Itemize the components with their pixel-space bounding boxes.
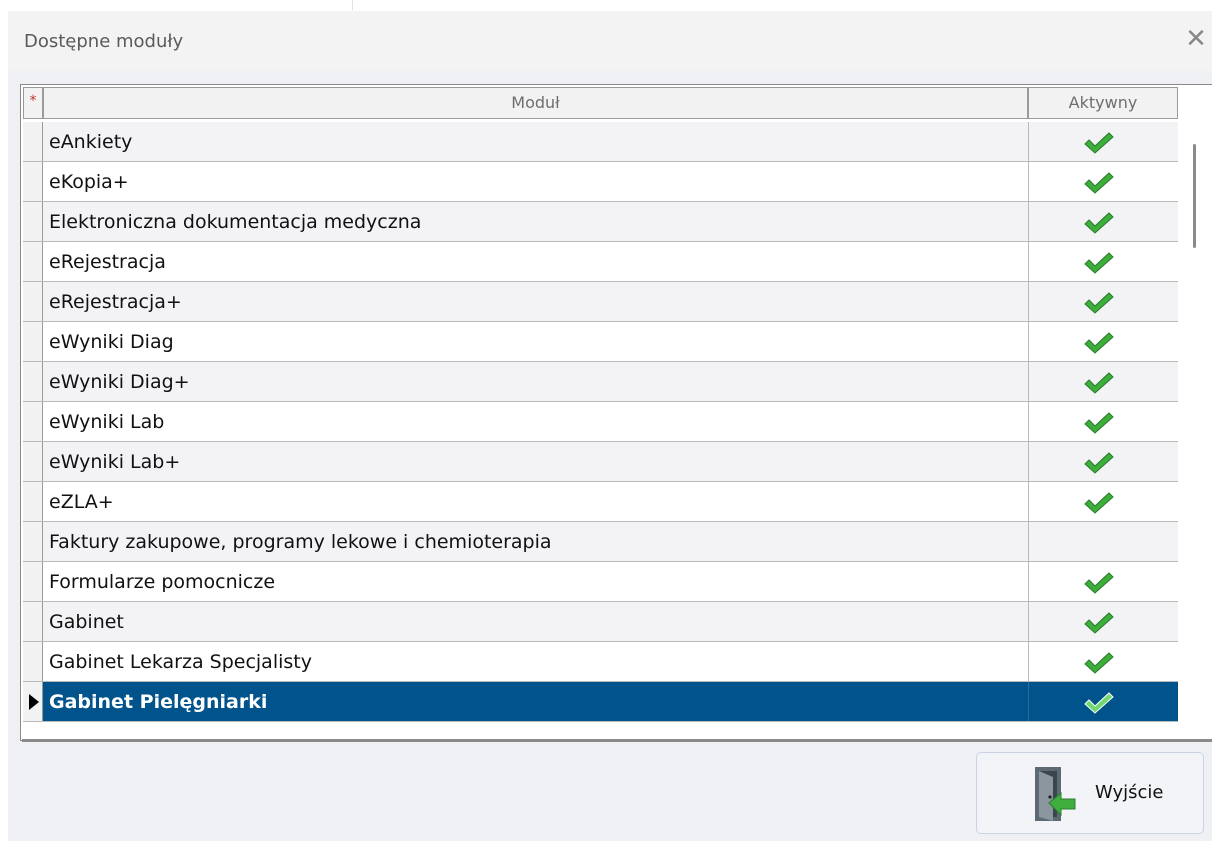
column-separator xyxy=(1028,642,1029,681)
table-row[interactable]: eRejestracja xyxy=(23,242,1178,282)
row-indicator[interactable] xyxy=(23,402,43,441)
door-exit-icon xyxy=(1035,767,1076,821)
module-name-cell: eKopia+ xyxy=(49,171,129,193)
module-name-cell: eRejestracja xyxy=(49,251,166,273)
column-separator xyxy=(1028,282,1029,321)
grid-bottom-border xyxy=(22,739,1212,742)
table-row[interactable]: Gabinet xyxy=(23,602,1178,642)
row-indicator[interactable] xyxy=(23,442,43,481)
table-row[interactable]: Formularze pomocnicze xyxy=(23,562,1178,602)
row-indicator[interactable] xyxy=(23,282,43,321)
module-name-cell: eZLA+ xyxy=(49,491,114,513)
checkmark-icon xyxy=(1084,132,1114,154)
module-name-cell: eRejestracja+ xyxy=(49,291,182,313)
row-indicator[interactable] xyxy=(23,522,43,561)
background-strip xyxy=(0,0,1212,10)
row-indicator[interactable] xyxy=(23,642,43,681)
column-separator xyxy=(1028,322,1029,361)
column-separator xyxy=(1028,682,1029,721)
checkmark-icon xyxy=(1084,652,1114,674)
table-row[interactable]: eWyniki Diag+ xyxy=(23,362,1178,402)
current-row-indicator[interactable] xyxy=(23,682,43,721)
module-name-cell: eWyniki Diag+ xyxy=(49,371,190,393)
column-separator xyxy=(1028,122,1029,161)
row-indicator[interactable] xyxy=(23,322,43,361)
modules-dialog: Dostępne moduły ✕ * Moduł Aktywny eAnkie… xyxy=(8,11,1212,841)
modules-grid[interactable]: * Moduł Aktywny eAnkiety eKopia+ Elektroni… xyxy=(20,84,1212,741)
column-separator xyxy=(1028,482,1029,521)
row-indicator[interactable] xyxy=(23,202,43,241)
table-row[interactable]: Faktury zakupowe, programy lekowe i chem… xyxy=(23,522,1178,562)
row-indicator[interactable] xyxy=(23,162,43,201)
column-separator xyxy=(1028,202,1029,241)
checkmark-icon xyxy=(1084,452,1114,474)
table-row[interactable]: eWyniki Lab+ xyxy=(23,442,1178,482)
column-separator xyxy=(1028,442,1029,481)
module-name-cell: Gabinet xyxy=(49,611,124,633)
module-name-cell: eAnkiety xyxy=(49,131,133,153)
table-row[interactable]: eRejestracja+ xyxy=(23,282,1178,322)
checkmark-icon xyxy=(1084,412,1114,434)
row-indicator[interactable] xyxy=(23,242,43,281)
module-name-cell: Gabinet Pielęgniarki xyxy=(49,691,268,713)
module-name-cell: eWyniki Lab+ xyxy=(49,451,181,473)
checkmark-icon xyxy=(1084,172,1114,194)
table-row[interactable]: eKopia+ xyxy=(23,162,1178,202)
module-name-cell: Faktury zakupowe, programy lekowe i chem… xyxy=(49,531,552,553)
checkmark-icon xyxy=(1084,692,1114,714)
column-separator xyxy=(1028,402,1029,441)
table-row[interactable]: eAnkiety xyxy=(23,122,1178,162)
column-separator xyxy=(1028,242,1029,281)
table-row[interactable]: eWyniki Lab xyxy=(23,402,1178,442)
column-separator xyxy=(1028,522,1029,561)
exit-button-label: Wyjście xyxy=(1095,782,1164,803)
module-name-cell: eWyniki Lab xyxy=(49,411,165,433)
table-row[interactable]: eWyniki Diag xyxy=(23,322,1178,362)
column-header-active[interactable]: Aktywny xyxy=(1028,87,1178,119)
vertical-scrollbar[interactable] xyxy=(1183,122,1207,739)
row-indicator[interactable] xyxy=(23,602,43,641)
dialog-title: Dostępne moduły xyxy=(24,31,184,52)
module-name-cell: Gabinet Lekarza Specjalisty xyxy=(49,651,312,673)
checkmark-icon xyxy=(1084,612,1114,634)
module-name-cell: Formularze pomocnicze xyxy=(49,571,276,593)
table-row-selected[interactable]: Gabinet Pielęgniarki xyxy=(23,682,1178,722)
table-row[interactable]: eZLA+ xyxy=(23,482,1178,522)
row-indicator[interactable] xyxy=(23,362,43,401)
title-bar: Dostępne moduły ✕ xyxy=(8,11,1212,71)
row-indicator[interactable] xyxy=(23,122,43,161)
row-indicator-header: * xyxy=(23,87,43,119)
column-separator xyxy=(1028,602,1029,641)
row-indicator[interactable] xyxy=(23,482,43,521)
checkmark-icon xyxy=(1084,212,1114,234)
checkmark-icon xyxy=(1084,252,1114,274)
table-row[interactable]: Gabinet Lekarza Specjalisty xyxy=(23,642,1178,682)
exit-button[interactable]: Wyjście xyxy=(976,752,1204,834)
column-separator xyxy=(1028,162,1029,201)
checkmark-icon xyxy=(1084,292,1114,314)
row-indicator[interactable] xyxy=(23,562,43,601)
column-separator xyxy=(1028,562,1029,601)
table-row[interactable]: Elektroniczna dokumentacja medyczna xyxy=(23,202,1178,242)
checkmark-icon xyxy=(1084,372,1114,394)
checkmark-icon xyxy=(1084,572,1114,594)
column-header-module[interactable]: Moduł xyxy=(43,87,1028,119)
column-separator xyxy=(1028,362,1029,401)
checkmark-icon xyxy=(1084,332,1114,354)
module-name-cell: eWyniki Diag xyxy=(49,331,174,353)
checkmark-icon xyxy=(1084,492,1114,514)
close-icon[interactable]: ✕ xyxy=(1182,25,1210,53)
scrollbar-thumb[interactable] xyxy=(1193,144,1196,248)
module-name-cell: Elektroniczna dokumentacja medyczna xyxy=(49,211,422,233)
